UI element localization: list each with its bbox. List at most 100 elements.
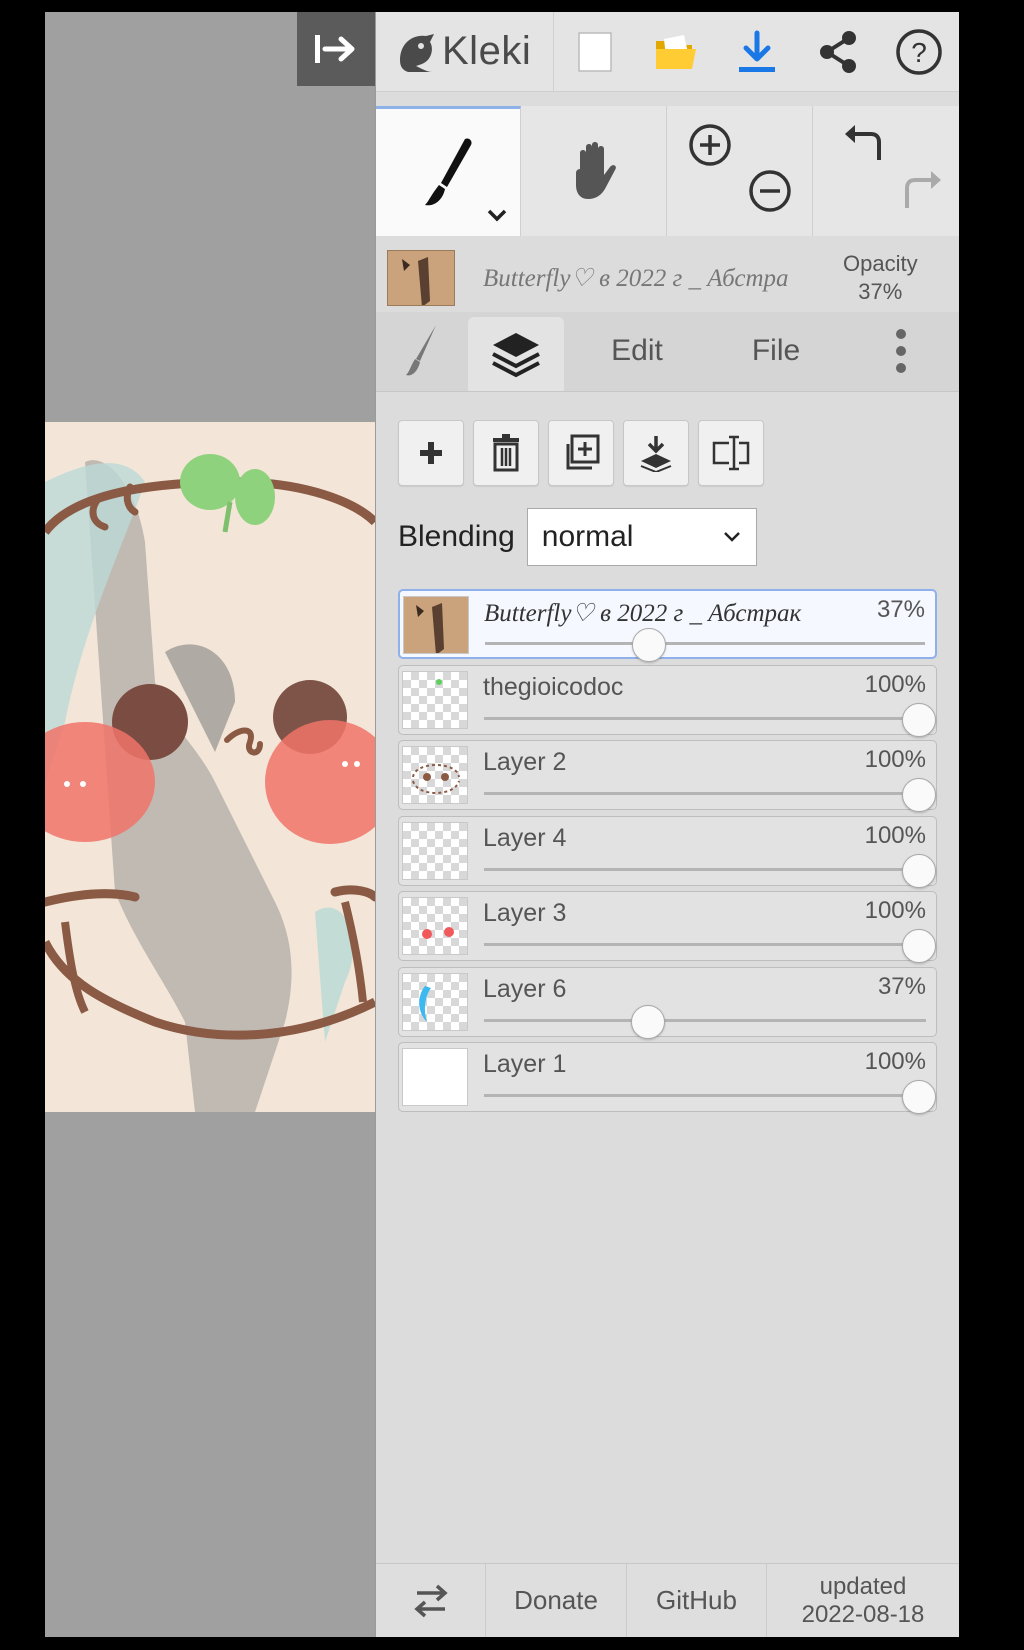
plus-icon xyxy=(420,442,442,464)
rename-layer-button[interactable] xyxy=(698,420,764,486)
opacity-slider-knob[interactable] xyxy=(902,702,936,737)
layer-name: Butterfly♡ в 2022 г _ Абстрак xyxy=(484,600,802,627)
layer-thumbnail xyxy=(402,1048,468,1106)
swap-side-button[interactable] xyxy=(376,1563,486,1637)
tab-file[interactable]: File xyxy=(710,311,842,391)
opacity-slider-knob[interactable] xyxy=(902,778,936,812)
new-image-button[interactable] xyxy=(554,12,635,92)
chevron-down-icon xyxy=(723,532,740,542)
canvas-area[interactable] xyxy=(45,12,375,1637)
redo-icon[interactable] xyxy=(899,168,945,214)
more-vertical-icon xyxy=(895,329,906,373)
tab-edit[interactable]: Edit xyxy=(564,311,710,391)
layer-item[interactable]: thegioicodoc 100% xyxy=(398,664,937,737)
opacity-slider-knob[interactable] xyxy=(631,1004,666,1039)
layer-item[interactable]: Layer 1 100% xyxy=(398,1042,937,1114)
zoom-out-icon[interactable] xyxy=(747,168,793,214)
opacity-slider-track[interactable] xyxy=(484,867,926,871)
layer-item[interactable]: Layer 6 37% xyxy=(398,966,937,1039)
layer-item[interactable]: Butterfly♡ в 2022 г _ Абстрак 37% xyxy=(398,589,937,662)
layer-name: Layer 4 xyxy=(483,823,567,852)
download-icon xyxy=(738,30,775,72)
updated-info[interactable]: updated 2022-08-18 xyxy=(767,1564,959,1638)
more-menu-button[interactable] xyxy=(842,311,959,391)
zoom-in-icon[interactable] xyxy=(687,122,733,168)
download-button[interactable] xyxy=(716,12,797,92)
drawing-canvas[interactable] xyxy=(45,422,375,1112)
layer-list: Butterfly♡ в 2022 г _ Абстрак 37% thegio… xyxy=(398,589,937,1118)
opacity-slider-track[interactable] xyxy=(484,943,926,946)
layer-thumbnail xyxy=(402,972,468,1031)
layer-opacity: 100% xyxy=(864,821,926,849)
layer-name: Layer 6 xyxy=(483,974,567,1003)
opacity-value: 37% xyxy=(858,279,903,304)
layer-thumbnail xyxy=(402,897,468,955)
hand-icon xyxy=(575,142,616,199)
help-button[interactable]: ? xyxy=(878,12,959,92)
trash-icon xyxy=(493,434,519,472)
open-button[interactable] xyxy=(635,12,716,92)
layer-name: thegioicodoc xyxy=(483,672,624,701)
top-toolbar: Kleki ? xyxy=(376,12,959,92)
kleki-logo[interactable]: Kleki xyxy=(376,12,554,92)
undo-icon[interactable] xyxy=(841,122,887,168)
blending-label: Blending xyxy=(398,520,515,553)
blending-value: normal xyxy=(541,520,634,553)
github-link[interactable]: GitHub xyxy=(627,1563,767,1637)
brush-tool-button[interactable] xyxy=(376,106,521,236)
opacity-slider-track[interactable] xyxy=(484,1018,926,1022)
tab-brush[interactable] xyxy=(376,311,468,391)
collapse-panel-button[interactable] xyxy=(297,12,375,86)
brush-icon xyxy=(406,325,436,376)
opacity-slider-track[interactable] xyxy=(485,642,925,645)
opacity-slider-knob[interactable] xyxy=(902,1080,936,1114)
layer-opacity: 100% xyxy=(864,897,926,924)
duplicate-layer-button[interactable] xyxy=(548,420,614,486)
opacity-slider-knob[interactable] xyxy=(902,853,936,888)
opacity-slider-track[interactable] xyxy=(484,716,926,720)
brush-icon xyxy=(425,137,472,205)
layer-item[interactable]: Layer 2 100% xyxy=(398,740,937,812)
merge-down-icon xyxy=(640,436,672,472)
blending-select[interactable]: normal xyxy=(526,508,757,566)
merge-down-button[interactable] xyxy=(623,420,689,486)
updated-date: 2022-08-18 xyxy=(801,1600,925,1628)
opacity-slider-track[interactable] xyxy=(484,792,926,795)
side-panel: Kleki ? Butterfly♡ в 2022 г _ Абстра Opa… xyxy=(376,12,959,1637)
panel-tabs: Edit File xyxy=(376,312,959,392)
tab-layers[interactable] xyxy=(468,317,564,391)
history-controls xyxy=(813,106,959,236)
chevron-down-icon xyxy=(487,209,507,222)
layer-actions xyxy=(398,420,764,486)
opacity-slider-track[interactable] xyxy=(484,1094,926,1097)
layer-thumbnail xyxy=(402,670,468,729)
opacity-slider-knob[interactable] xyxy=(632,628,667,662)
opacity-slider-knob[interactable] xyxy=(902,929,936,963)
delete-layer-button[interactable] xyxy=(473,420,539,486)
layer-opacity: 37% xyxy=(876,596,925,623)
app-name: Kleki xyxy=(442,29,532,73)
donate-link[interactable]: Donate xyxy=(486,1563,627,1637)
layers-icon xyxy=(492,333,540,378)
svg-text:?: ? xyxy=(911,37,927,68)
new-image-icon xyxy=(577,31,612,72)
hand-tool-button[interactable] xyxy=(521,106,667,236)
layer-name: Layer 1 xyxy=(483,1050,567,1078)
document-thumbnail xyxy=(387,250,455,306)
swap-icon xyxy=(413,1584,448,1617)
layer-name: Layer 2 xyxy=(483,748,567,776)
updated-label: updated xyxy=(819,1572,907,1600)
app-window: Kleki ? Butterfly♡ в 2022 г _ Абстра Opa… xyxy=(45,12,959,1637)
document-title: Butterfly♡ в 2022 г _ Абстра xyxy=(483,265,789,292)
add-layer-button[interactable] xyxy=(398,420,464,486)
document-opacity: Opacity 37% xyxy=(843,250,918,306)
kleki-logo-icon xyxy=(400,33,434,72)
active-document-row: Butterfly♡ в 2022 г _ Абстра Opacity 37% xyxy=(376,238,959,318)
layer-opacity: 37% xyxy=(877,972,926,1000)
share-button[interactable] xyxy=(797,12,878,92)
layer-item[interactable]: Layer 4 100% xyxy=(398,815,937,888)
blending-row: Blending normal xyxy=(398,508,757,566)
layer-item[interactable]: Layer 3 100% xyxy=(398,891,937,963)
artwork-image xyxy=(45,422,375,1112)
layer-thumbnail xyxy=(402,821,468,880)
